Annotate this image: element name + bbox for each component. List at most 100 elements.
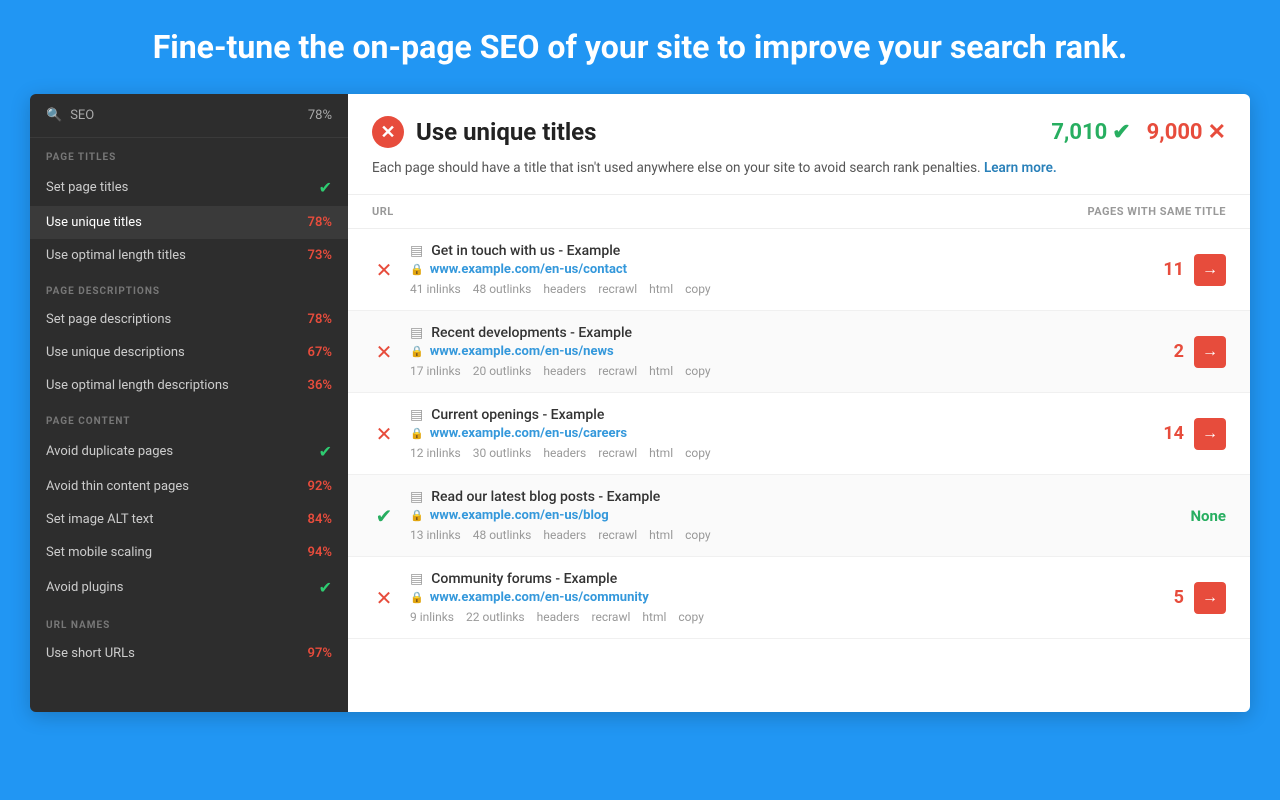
row-count: 2 bbox=[1174, 341, 1184, 362]
main-container: 🔍 SEO 78% PAGE TITLES Set page titles ✔ … bbox=[30, 94, 1250, 712]
row-url[interactable]: www.example.com/en-us/blog bbox=[430, 508, 609, 523]
page-header: ✕ Use unique titles 7,010 ✔ 9,000 ✕ Each… bbox=[348, 94, 1250, 195]
outlinks-link[interactable]: 48 outlinks bbox=[473, 282, 532, 296]
section-label-page-descriptions: PAGE DESCRIPTIONS bbox=[30, 272, 348, 303]
row-title-line: ▤ Read our latest blog posts - Example bbox=[410, 489, 1132, 505]
row-url[interactable]: www.example.com/en-us/community bbox=[430, 590, 649, 605]
inlinks-link[interactable]: 12 inlinks bbox=[410, 446, 461, 460]
page-title-scores: 7,010 ✔ 9,000 ✕ bbox=[1051, 120, 1226, 145]
page-doc-icon: ▤ bbox=[410, 407, 423, 423]
sidebar-item-use-unique-descriptions[interactable]: Use unique descriptions 67% bbox=[30, 336, 348, 369]
recrawl-link[interactable]: recrawl bbox=[598, 282, 637, 296]
main-content: ✕ Use unique titles 7,010 ✔ 9,000 ✕ Each… bbox=[348, 94, 1250, 712]
html-link[interactable]: html bbox=[649, 364, 673, 378]
row-count: 5 bbox=[1174, 587, 1184, 608]
row-arrow-button[interactable]: → bbox=[1194, 336, 1226, 368]
html-link[interactable]: html bbox=[642, 610, 666, 624]
x-icon: ✕ bbox=[1208, 120, 1226, 145]
sidebar-search-label: SEO bbox=[70, 108, 94, 123]
html-link[interactable]: html bbox=[649, 282, 673, 296]
lock-icon: 🔒 bbox=[410, 345, 424, 358]
table-row: ✔ ▤ Read our latest blog posts - Example… bbox=[348, 475, 1250, 557]
col-url: URL bbox=[372, 205, 394, 218]
headers-link[interactable]: headers bbox=[543, 528, 586, 542]
copy-link[interactable]: copy bbox=[678, 610, 703, 624]
search-icon: 🔍 bbox=[46, 108, 62, 123]
row-url[interactable]: www.example.com/en-us/news bbox=[430, 344, 614, 359]
hero-title: Fine-tune the on-page SEO of your site t… bbox=[20, 28, 1260, 66]
headers-link[interactable]: headers bbox=[537, 610, 580, 624]
sidebar-item-set-mobile-scaling[interactable]: Set mobile scaling 94% bbox=[30, 536, 348, 569]
sidebar-item-use-unique-titles[interactable]: Use unique titles 78% bbox=[30, 206, 348, 239]
copy-link[interactable]: copy bbox=[685, 282, 710, 296]
copy-link[interactable]: copy bbox=[685, 446, 710, 460]
row-content: ▤ Read our latest blog posts - Example 🔒… bbox=[410, 489, 1132, 542]
row-arrow-button[interactable]: → bbox=[1194, 418, 1226, 450]
inlinks-link[interactable]: 13 inlinks bbox=[410, 528, 461, 542]
table-row: ✕ ▤ Recent developments - Example 🔒 www.… bbox=[348, 311, 1250, 393]
headers-link[interactable]: headers bbox=[543, 446, 586, 460]
headers-link[interactable]: headers bbox=[543, 282, 586, 296]
inlinks-link[interactable]: 41 inlinks bbox=[410, 282, 461, 296]
lock-icon: 🔒 bbox=[410, 263, 424, 276]
html-link[interactable]: html bbox=[649, 528, 673, 542]
row-title-line: ▤ Recent developments - Example bbox=[410, 325, 1132, 341]
row-status-fail-icon: ✕ bbox=[372, 340, 396, 364]
copy-link[interactable]: copy bbox=[685, 364, 710, 378]
section-label-page-titles: PAGE TITLES bbox=[30, 138, 348, 169]
sidebar-item-use-optimal-length-descriptions[interactable]: Use optimal length descriptions 36% bbox=[30, 369, 348, 402]
outlinks-link[interactable]: 48 outlinks bbox=[473, 528, 532, 542]
inlinks-link[interactable]: 9 inlinks bbox=[410, 610, 454, 624]
row-url[interactable]: www.example.com/en-us/careers bbox=[430, 426, 627, 441]
outlinks-link[interactable]: 20 outlinks bbox=[473, 364, 532, 378]
outlinks-link[interactable]: 22 outlinks bbox=[466, 610, 525, 624]
copy-link[interactable]: copy bbox=[685, 528, 710, 542]
recrawl-link[interactable]: recrawl bbox=[598, 528, 637, 542]
sidebar-search-left: 🔍 SEO bbox=[46, 108, 94, 123]
lock-icon: 🔒 bbox=[410, 509, 424, 522]
row-status-fail-icon: ✕ bbox=[372, 586, 396, 610]
page-doc-icon: ▤ bbox=[410, 489, 423, 505]
row-meta: 9 inlinks 22 outlinks headers recrawl ht… bbox=[410, 610, 1132, 624]
row-status-pass-icon: ✔ bbox=[372, 504, 396, 528]
sidebar-item-set-page-titles[interactable]: Set page titles ✔ bbox=[30, 169, 348, 206]
sidebar-item-avoid-plugins[interactable]: Avoid plugins ✔ bbox=[30, 569, 348, 606]
row-url[interactable]: www.example.com/en-us/contact bbox=[430, 262, 627, 277]
row-url-line: 🔒 www.example.com/en-us/community bbox=[410, 590, 1132, 605]
row-count: 14 bbox=[1163, 423, 1184, 444]
sidebar-item-set-page-descriptions[interactable]: Set page descriptions 78% bbox=[30, 303, 348, 336]
row-count: 11 bbox=[1163, 259, 1184, 280]
pass-icon-plugins: ✔ bbox=[319, 578, 332, 597]
inlinks-link[interactable]: 17 inlinks bbox=[410, 364, 461, 378]
page-title-left: ✕ Use unique titles bbox=[372, 116, 596, 148]
page-description: Each page should have a title that isn't… bbox=[372, 158, 1226, 178]
sidebar-item-avoid-thin-content[interactable]: Avoid thin content pages 92% bbox=[30, 470, 348, 503]
headers-link[interactable]: headers bbox=[543, 364, 586, 378]
table-row: ✕ ▤ Community forums - Example 🔒 www.exa… bbox=[348, 557, 1250, 639]
row-url-line: 🔒 www.example.com/en-us/news bbox=[410, 344, 1132, 359]
table-row: ✕ ▤ Current openings - Example 🔒 www.exa… bbox=[348, 393, 1250, 475]
sidebar-item-avoid-duplicate-pages[interactable]: Avoid duplicate pages ✔ bbox=[30, 433, 348, 470]
sidebar-item-use-short-urls[interactable]: Use short URLs 97% bbox=[30, 637, 348, 670]
row-arrow-button[interactable]: → bbox=[1194, 254, 1226, 286]
sidebar-item-use-optimal-length-titles[interactable]: Use optimal length titles 73% bbox=[30, 239, 348, 272]
html-link[interactable]: html bbox=[649, 446, 673, 460]
hero-banner: Fine-tune the on-page SEO of your site t… bbox=[0, 0, 1280, 94]
learn-more-link[interactable]: Learn more. bbox=[984, 160, 1057, 176]
section-label-url-names: URL NAMES bbox=[30, 606, 348, 637]
table-row: ✕ ▤ Get in touch with us - Example 🔒 www… bbox=[348, 229, 1250, 311]
outlinks-link[interactable]: 30 outlinks bbox=[473, 446, 532, 460]
sidebar-item-set-image-alt[interactable]: Set image ALT text 84% bbox=[30, 503, 348, 536]
row-right: 5 → bbox=[1146, 582, 1226, 614]
recrawl-link[interactable]: recrawl bbox=[598, 364, 637, 378]
sidebar: 🔍 SEO 78% PAGE TITLES Set page titles ✔ … bbox=[30, 94, 348, 712]
row-arrow-button[interactable]: → bbox=[1194, 582, 1226, 614]
row-meta: 41 inlinks 48 outlinks headers recrawl h… bbox=[410, 282, 1132, 296]
row-content: ▤ Community forums - Example 🔒 www.examp… bbox=[410, 571, 1132, 624]
row-meta: 12 inlinks 30 outlinks headers recrawl h… bbox=[410, 446, 1132, 460]
recrawl-link[interactable]: recrawl bbox=[592, 610, 631, 624]
row-count-none: None bbox=[1190, 507, 1226, 525]
row-title-line: ▤ Community forums - Example bbox=[410, 571, 1132, 587]
recrawl-link[interactable]: recrawl bbox=[598, 446, 637, 460]
row-content: ▤ Current openings - Example 🔒 www.examp… bbox=[410, 407, 1132, 460]
